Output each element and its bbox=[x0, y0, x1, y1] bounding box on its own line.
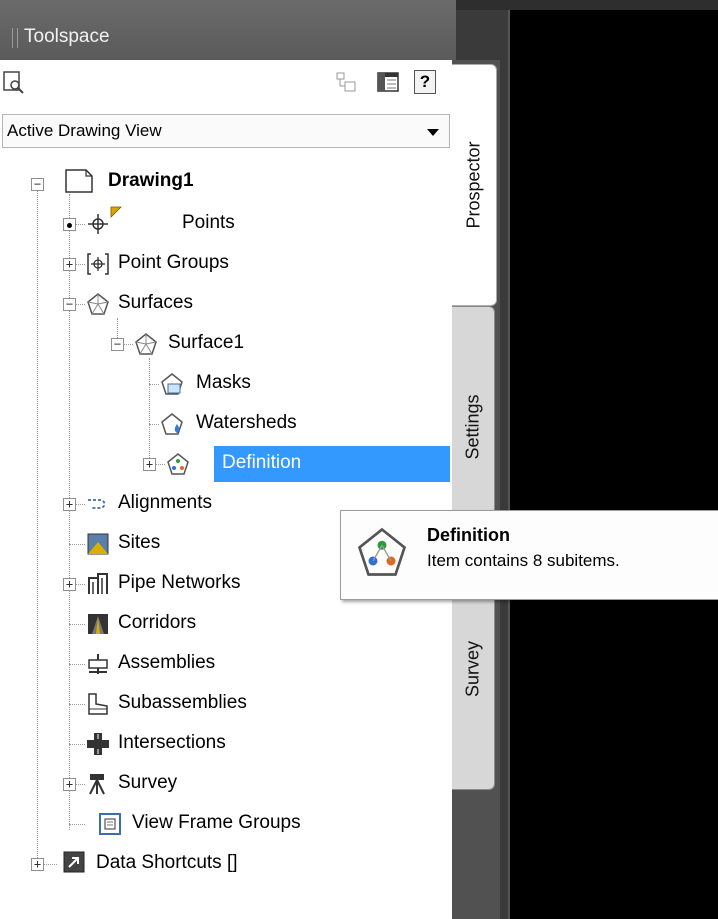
view-select-value: Active Drawing View bbox=[7, 121, 162, 140]
tree-item-surface1[interactable]: Surface1 bbox=[168, 332, 244, 354]
tooltip-subtitle: Item contains 8 subitems. bbox=[427, 551, 620, 570]
tree-item-point-groups[interactable]: Point Groups bbox=[118, 252, 229, 274]
tooltip-title: Definition bbox=[427, 525, 510, 545]
tree-item-sites[interactable]: Sites bbox=[118, 532, 160, 554]
top-edge bbox=[456, 0, 718, 10]
expand-toggle[interactable]: + bbox=[143, 458, 156, 471]
drag-grip-icon[interactable] bbox=[12, 28, 18, 48]
definition-icon bbox=[167, 453, 189, 475]
intersections-icon bbox=[87, 733, 109, 755]
surfaces-icon bbox=[87, 293, 109, 315]
sites-icon bbox=[87, 533, 109, 555]
tree-item-data-shortcuts[interactable]: Data Shortcuts [] bbox=[96, 852, 238, 874]
chevron-down-icon bbox=[427, 129, 439, 136]
hierarchy-view-icon[interactable] bbox=[334, 70, 358, 94]
toolbar: ? bbox=[0, 64, 452, 104]
corridors-icon bbox=[88, 614, 108, 634]
document-search-icon[interactable] bbox=[2, 70, 26, 94]
point-groups-icon bbox=[87, 253, 109, 275]
definition-icon bbox=[357, 527, 407, 576]
tab-prospector-label: Prospector bbox=[463, 141, 484, 229]
tab-survey-label: Survey bbox=[462, 640, 483, 698]
point-toggle[interactable] bbox=[63, 218, 76, 231]
tree-item-surfaces[interactable]: Surfaces bbox=[118, 292, 193, 314]
watersheds-icon bbox=[161, 413, 183, 435]
tree-item-pipe-networks[interactable]: Pipe Networks bbox=[118, 572, 241, 594]
subassemblies-icon bbox=[88, 693, 108, 715]
expand-toggle[interactable]: + bbox=[31, 858, 44, 871]
warning-flag-icon bbox=[110, 206, 122, 218]
expand-toggle[interactable]: + bbox=[63, 498, 76, 511]
collapse-toggle[interactable]: − bbox=[111, 338, 124, 351]
tree-item-masks[interactable]: Masks bbox=[196, 372, 251, 394]
tree-item-view-frame-groups[interactable]: View Frame Groups bbox=[132, 812, 301, 834]
tree-item-points[interactable]: Points bbox=[182, 212, 235, 234]
tree-item-intersections[interactable]: Intersections bbox=[118, 732, 226, 754]
points-icon bbox=[88, 214, 108, 234]
window-title: Toolspace bbox=[24, 26, 110, 47]
view-select[interactable]: Active Drawing View bbox=[2, 114, 450, 148]
tab-strip: Prospector Settings Survey bbox=[452, 60, 500, 919]
expand-toggle[interactable]: + bbox=[63, 258, 76, 271]
collapse-toggle[interactable]: − bbox=[31, 178, 44, 191]
data-shortcuts-icon bbox=[63, 851, 85, 873]
help-icon[interactable]: ? bbox=[414, 70, 436, 94]
tab-settings-label: Settings bbox=[462, 394, 483, 460]
tab-prospector[interactable]: Prospector bbox=[452, 64, 497, 306]
surface-icon bbox=[135, 333, 157, 355]
pipe-networks-icon bbox=[88, 573, 108, 594]
expand-toggle[interactable]: + bbox=[63, 778, 76, 791]
drawing-file-icon bbox=[65, 169, 93, 193]
item-view-icon[interactable] bbox=[376, 70, 400, 94]
tree-item-definition[interactable]: Definition bbox=[222, 452, 301, 474]
tree-item-drawing1[interactable]: Drawing1 bbox=[108, 170, 194, 192]
alignments-icon bbox=[88, 499, 106, 509]
tooltip: Definition Item contains 8 subitems. bbox=[340, 510, 718, 600]
survey-icon bbox=[89, 774, 105, 795]
tree-item-corridors[interactable]: Corridors bbox=[118, 612, 196, 634]
tree-item-survey[interactable]: Survey bbox=[118, 772, 177, 794]
expand-toggle[interactable]: + bbox=[63, 578, 76, 591]
view-frame-groups-icon bbox=[99, 813, 121, 835]
drawing-canvas[interactable] bbox=[508, 10, 718, 919]
tree-item-assemblies[interactable]: Assemblies bbox=[118, 652, 215, 674]
tree-item-subassemblies[interactable]: Subassemblies bbox=[118, 692, 247, 714]
collapse-toggle[interactable]: − bbox=[63, 298, 76, 311]
masks-icon bbox=[161, 373, 183, 395]
tree-item-alignments[interactable]: Alignments bbox=[118, 492, 212, 514]
tree-item-watersheds[interactable]: Watersheds bbox=[196, 412, 297, 434]
assemblies-icon bbox=[88, 654, 108, 674]
